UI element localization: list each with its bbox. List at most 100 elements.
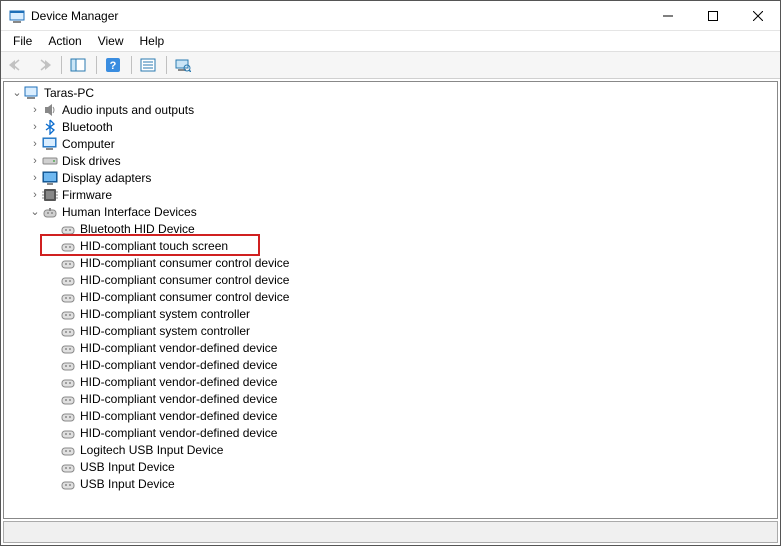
expand-toggle[interactable]: › [28,104,42,116]
toolbar: ? [1,51,780,79]
device-item[interactable]: ▸ Logitech USB Input Device [8,441,777,458]
device-item[interactable]: ▸ HID-compliant vendor-defined device [8,339,777,356]
category-display[interactable]: › Display adapters [8,169,777,186]
toolbar-separator [131,56,132,74]
help-button[interactable]: ? [101,54,125,76]
menu-file[interactable]: File [5,32,40,50]
close-button[interactable] [735,1,780,31]
tree-node-label: USB Input Device [80,477,175,491]
expand-toggle: ▸ [46,358,60,371]
tree-node-label: Firmware [62,188,112,202]
bluetooth-icon [42,119,58,135]
device-item[interactable]: ▸ HID-compliant consumer control device [8,288,777,305]
expand-toggle: ▸ [46,341,60,354]
menu-bar: File Action View Help [1,31,780,51]
hiddev-icon [60,238,76,254]
device-item[interactable]: ▸ HID-compliant vendor-defined device [8,424,777,441]
hiddev-icon [60,476,76,492]
tree-node-label: HID-compliant system controller [80,324,250,338]
hiddev-icon [60,357,76,373]
toolbar-separator [61,56,62,74]
disk-icon [42,153,58,169]
device-item[interactable]: ▸ HID-compliant consumer control device [8,254,777,271]
device-item[interactable]: ▸ HID-compliant vendor-defined device [8,356,777,373]
tree-node-label: Audio inputs and outputs [62,103,194,117]
expand-toggle: ▸ [46,409,60,422]
window-title: Device Manager [31,9,645,23]
device-item[interactable]: ▸ HID-compliant vendor-defined device [8,373,777,390]
tree-node-label: HID-compliant vendor-defined device [80,341,277,355]
device-item[interactable]: ▸ HID-compliant vendor-defined device [8,407,777,424]
hiddev-icon [60,459,76,475]
maximize-button[interactable] [690,1,735,31]
expand-toggle: ▸ [46,443,60,456]
hiddev-icon [60,442,76,458]
svg-text:?: ? [110,60,117,72]
tree-node-label: HID-compliant consumer control device [80,290,289,304]
tree-node-label: HID-compliant vendor-defined device [80,375,277,389]
hiddev-icon [60,306,76,322]
expand-toggle: ▸ [46,239,60,252]
app-icon [9,8,25,24]
main-panel: ⌄ Taras-PC › Audio inputs and outputs › … [3,81,778,519]
device-item[interactable]: ▸ HID-compliant consumer control device [8,271,777,288]
expand-toggle[interactable]: ⌄ [28,205,42,218]
expand-toggle[interactable]: › [28,189,42,201]
properties-button[interactable] [136,54,160,76]
category-disk[interactable]: › Disk drives [8,152,777,169]
display-icon [42,170,58,186]
expand-toggle[interactable]: › [28,121,42,133]
menu-view[interactable]: View [90,32,132,50]
menu-help[interactable]: Help [132,32,173,50]
show-hide-console-button[interactable] [66,54,90,76]
hiddev-icon [60,374,76,390]
expand-toggle: ▸ [46,307,60,320]
expand-toggle[interactable]: › [28,172,42,184]
device-item[interactable]: ▸ HID-compliant vendor-defined device [8,390,777,407]
hiddev-icon [60,408,76,424]
device-item[interactable]: ▸ Bluetooth HID Device [8,220,777,237]
device-item[interactable]: ▸ HID-compliant system controller [8,322,777,339]
tree-node-label: Logitech USB Input Device [80,443,223,457]
pc-icon [24,85,40,101]
tree-node-label: HID-compliant vendor-defined device [80,409,277,423]
category-hid[interactable]: ⌄ Human Interface Devices [8,203,777,220]
device-tree[interactable]: ⌄ Taras-PC › Audio inputs and outputs › … [4,82,777,518]
minimize-button[interactable] [645,1,690,31]
device-item[interactable]: ▸ HID-compliant touch screen [8,237,777,254]
title-bar: Device Manager [1,1,780,31]
tree-node-label: HID-compliant system controller [80,307,250,321]
menu-action[interactable]: Action [40,32,89,50]
window-controls [645,1,780,31]
category-bluetooth[interactable]: › Bluetooth [8,118,777,135]
tree-node-label: HID-compliant consumer control device [80,256,289,270]
computer-icon [42,136,58,152]
tree-root[interactable]: ⌄ Taras-PC [8,84,777,101]
status-bar [3,521,778,543]
hiddev-icon [60,340,76,356]
device-item[interactable]: ▸ HID-compliant system controller [8,305,777,322]
toolbar-separator [166,56,167,74]
hiddev-icon [60,289,76,305]
tree-node-label: HID-compliant touch screen [80,239,228,253]
category-audio[interactable]: › Audio inputs and outputs [8,101,777,118]
category-firmware[interactable]: › Firmware [8,186,777,203]
tree-node-label: Disk drives [62,154,121,168]
device-item[interactable]: ▸ USB Input Device [8,458,777,475]
expand-toggle: ▸ [46,324,60,337]
hiddev-icon [60,425,76,441]
device-item[interactable]: ▸ USB Input Device [8,475,777,492]
tree-node-label: Human Interface Devices [62,205,197,219]
forward-button [31,54,55,76]
expand-toggle[interactable]: ⌄ [10,86,24,99]
tree-node-label: Display adapters [62,171,151,185]
expand-toggle[interactable]: › [28,155,42,167]
category-computer[interactable]: › Computer [8,135,777,152]
expand-toggle: ▸ [46,477,60,490]
tree-node-label: Computer [62,137,115,151]
toolbar-separator [96,56,97,74]
expand-toggle: ▸ [46,222,60,235]
expand-toggle[interactable]: › [28,138,42,150]
firmware-icon [42,187,58,203]
scan-hardware-button[interactable] [171,54,195,76]
